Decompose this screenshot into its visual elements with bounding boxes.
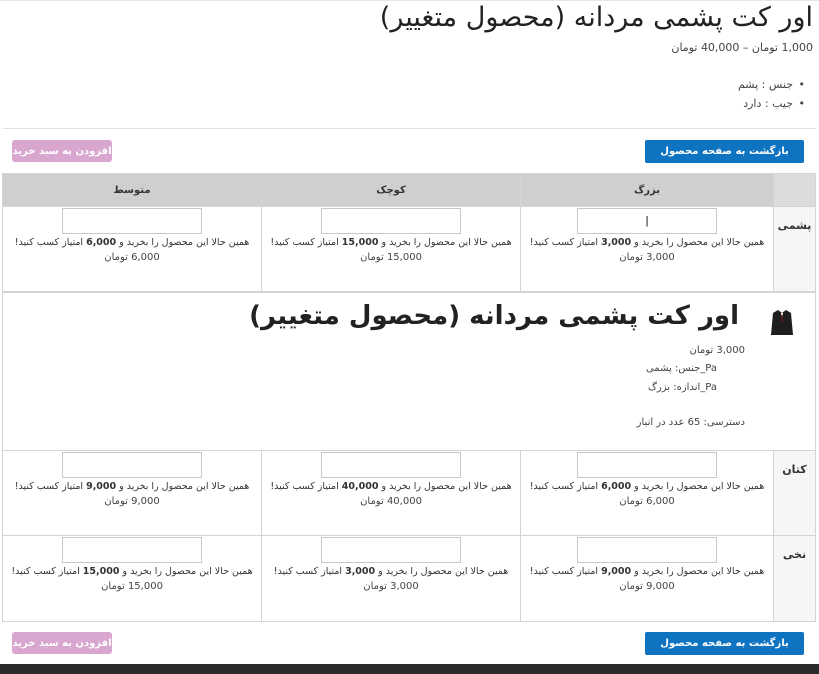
variation-cell: همین حالا این محصول را بخرید و 6,000 امت…: [2, 206, 262, 292]
row-label-linen: کتان: [773, 450, 816, 536]
top-border: [0, 0, 819, 1]
add-to-cart-button-bottom[interactable]: افزودن به سبد خرید: [12, 632, 112, 654]
attribute-item: جنس : پشم: [738, 75, 805, 94]
variation-cell: همین حالا این محصول را بخرید و 9,000 امت…: [520, 535, 774, 622]
variation-cell: همین حالا این محصول را بخرید و 6,000 امت…: [520, 450, 774, 536]
row-label-cotton: نخی: [773, 535, 816, 622]
table-corner: [773, 173, 816, 207]
popup-size: Pa_اندازه: بزرگ: [647, 382, 717, 393]
page-title: اور کت پشمی مردانه (محصول متغییر): [379, 2, 813, 33]
popup-stock: دسترسی: 65 عدد در انبار: [636, 417, 745, 428]
quantity-input[interactable]: [577, 208, 717, 234]
add-to-cart-button[interactable]: افزودن به سبد خرید: [12, 140, 112, 162]
variation-cell: همین حالا این محصول را بخرید و 15,000 ام…: [261, 206, 521, 292]
variation-cell: همین حالا این محصول را بخرید و 40,000 ام…: [261, 450, 521, 536]
variation-price: 9,000 تومان: [619, 581, 675, 592]
variation-price: 6,000 تومان: [619, 496, 675, 507]
points-text: همین حالا این محصول را بخرید و 15,000 ام…: [11, 566, 253, 577]
column-header-large: بزرگ: [520, 173, 774, 207]
quantity-input[interactable]: [321, 452, 461, 478]
quantity-input[interactable]: [321, 537, 461, 563]
variation-price: 3,000 تومان: [619, 252, 675, 263]
variation-cell: همین حالا این محصول را بخرید و 3,000 امت…: [261, 535, 521, 622]
back-to-product-button-bottom[interactable]: بازگشت به صفحه محصول: [645, 632, 804, 655]
quantity-input[interactable]: [62, 452, 202, 478]
quantity-input[interactable]: [321, 208, 461, 234]
popup-material: Pa_جنس: پشمی: [645, 363, 717, 374]
points-text: همین حالا این محصول را بخرید و 9,000 امت…: [14, 481, 250, 492]
variation-cell: همین حالا این محصول را بخرید و 3,000 امت…: [520, 206, 774, 292]
row-label-wool: پشمی: [773, 206, 816, 292]
variation-price: 40,000 تومان: [360, 496, 422, 507]
points-text: همین حالا این محصول را بخرید و 9,000 امت…: [529, 566, 765, 577]
popup-price: 3,000 تومان: [689, 345, 745, 356]
quantity-input[interactable]: [62, 208, 202, 234]
column-header-small: کوچک: [261, 173, 521, 207]
product-preview-popup: اور کت پشمی مردانه (محصول متغییر) 3,000 …: [2, 292, 816, 451]
points-text: همین حالا این محصول را بخرید و 6,000 امت…: [14, 237, 250, 248]
variation-price: 15,000 تومان: [101, 581, 163, 592]
back-to-product-button[interactable]: بازگشت به صفحه محصول: [645, 140, 804, 163]
points-text: همین حالا این محصول را بخرید و 3,000 امت…: [529, 237, 765, 248]
product-thumbnail-image: [769, 307, 795, 337]
points-text: همین حالا این محصول را بخرید و 6,000 امت…: [529, 481, 765, 492]
quantity-input[interactable]: [62, 537, 202, 563]
variation-price: 15,000 تومان: [360, 252, 422, 263]
footer-bar: [0, 664, 819, 674]
variation-cell: همین حالا این محصول را بخرید و 15,000 ام…: [2, 535, 262, 622]
price-range: 1,000 تومان – 40,000 تومان: [671, 41, 813, 54]
attribute-item: جیب : دارد: [738, 94, 805, 113]
points-text: همین حالا این محصول را بخرید و 40,000 ام…: [270, 481, 512, 492]
divider: [3, 128, 816, 129]
variation-price: 9,000 تومان: [104, 496, 160, 507]
variation-price: 6,000 تومان: [104, 252, 160, 263]
quantity-input[interactable]: [577, 537, 717, 563]
attribute-list: جنس : پشم جیب : دارد: [738, 75, 805, 113]
popup-product-title: اور کت پشمی مردانه (محصول متغییر): [249, 301, 739, 331]
column-header-medium: متوسط: [2, 173, 262, 207]
variation-price: 3,000 تومان: [363, 581, 419, 592]
points-text: همین حالا این محصول را بخرید و 15,000 ام…: [270, 237, 512, 248]
points-text: همین حالا این محصول را بخرید و 3,000 امت…: [273, 566, 509, 577]
quantity-input[interactable]: [577, 452, 717, 478]
variation-cell: همین حالا این محصول را بخرید و 9,000 امت…: [2, 450, 262, 536]
